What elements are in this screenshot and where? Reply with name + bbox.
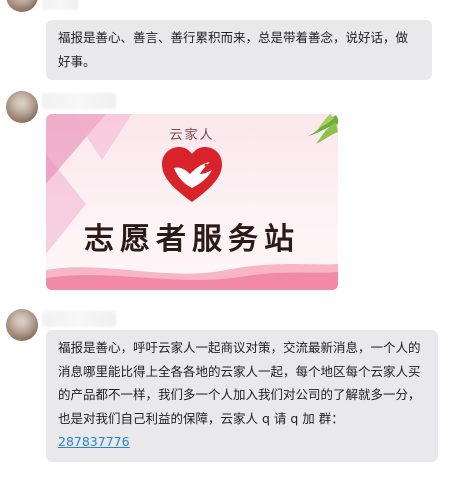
card-title: 志愿者服务站 <box>84 222 300 257</box>
message-text: 福报是善心、善言、善行累积而来，总是带着善念，说好话，做好事。 <box>58 30 409 69</box>
nickname <box>42 0 78 10</box>
avatar[interactable] <box>6 91 38 123</box>
card-brand: 云家人 <box>169 128 215 143</box>
avatar[interactable] <box>6 309 38 341</box>
message-bubble[interactable]: 福报是善心，呼吁云家人一起商议对策，交流最新消息，一个人的 消息哪里能比得上全各… <box>46 330 438 462</box>
nickname <box>42 311 116 327</box>
chat-window: 福报是善心、善言、善行累积而来，总是带着善念，说好话，做好事。 云家人 志愿者服… <box>0 0 455 481</box>
message-bubble[interactable]: 福报是善心、善言、善行累积而来，总是带着善念，说好话，做好事。 <box>46 20 432 80</box>
nickname <box>42 93 116 109</box>
heart-dove-icon <box>162 147 222 202</box>
message-text: 福报是善心，呼吁云家人一起商议对策，交流最新消息，一个人的 消息哪里能比得上全各… <box>58 340 421 426</box>
group-number-link[interactable]: 287837776 <box>58 434 130 449</box>
image-card[interactable]: 云家人 志愿者服务站 <box>46 114 338 290</box>
avatar[interactable] <box>6 0 38 12</box>
decor-wave <box>46 264 338 290</box>
